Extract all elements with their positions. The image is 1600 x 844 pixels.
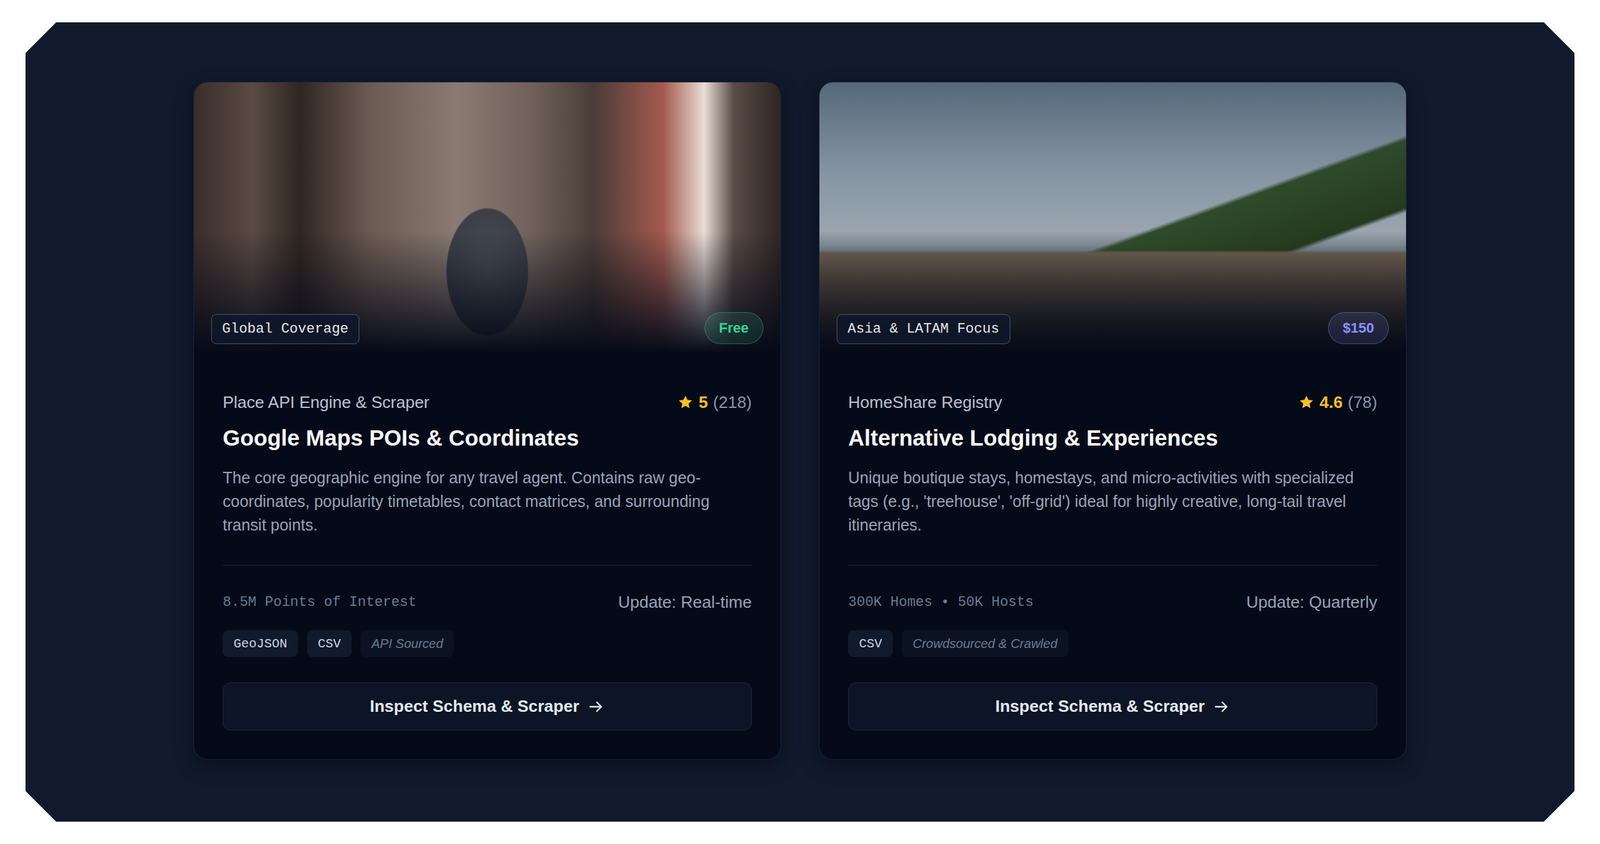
tag-list: CSV Crowdsourced & Crawled [848, 629, 1378, 657]
review-count: (78) [1347, 392, 1378, 413]
tag: Crowdsourced & Crawled [901, 629, 1069, 657]
card-description: Unique boutique stays, homestays, and mi… [848, 465, 1378, 537]
stats-row: 8.5M Points of Interest Update: Real-time [222, 592, 752, 613]
rating-value: 4.6 [1319, 392, 1343, 413]
inspect-button[interactable]: Inspect Schema & Scraper [848, 682, 1378, 731]
review-count: (218) [712, 392, 752, 413]
update-frequency: Update: Real-time [617, 592, 752, 613]
update-frequency: Update: Quarterly [1246, 592, 1378, 613]
rating: 4.6(78) [1298, 392, 1378, 413]
dataset-grid: Global Coverage Free Place API Engine & Sc… [193, 81, 1407, 760]
star-icon [1298, 393, 1315, 411]
provider-name: HomeShare Registry [848, 392, 1002, 413]
card-title: Google Maps POIs & Coordinates [222, 423, 752, 452]
price-badge: Free [704, 312, 764, 344]
tag: CSV [306, 629, 352, 657]
meta-row: HomeShare Registry 4.6(78) [848, 391, 1378, 413]
tag: CSV [848, 629, 893, 657]
size-stat: 300K Homes • 50K Hosts [848, 594, 1034, 611]
dataset-card: Asia & LATAM Focus $150 HomeShare Registry… [818, 81, 1407, 760]
region-badge: Asia & LATAM Focus [836, 314, 1011, 344]
catalog-frame: Global Coverage Free Place API Engine & Sc… [25, 22, 1575, 822]
price-badge: $150 [1328, 312, 1389, 344]
divider [222, 564, 752, 566]
inspect-button[interactable]: Inspect Schema & Scraper [222, 682, 752, 731]
cover-photo: Asia & LATAM Focus $150 [819, 82, 1406, 353]
rating-value: 5 [698, 392, 708, 413]
star-icon [677, 393, 694, 411]
arrow-right-icon [1212, 697, 1231, 716]
card-title: Alternative Lodging & Experiences [848, 423, 1378, 452]
meta-row: Place API Engine & Scraper 5(218) [222, 391, 752, 413]
cover-photo: Global Coverage Free [194, 82, 781, 353]
provider-name: Place API Engine & Scraper [222, 392, 430, 413]
card-description: The core geographic engine for any trave… [222, 465, 752, 537]
arrow-right-icon [587, 697, 606, 716]
card-body: HomeShare Registry 4.6(78) Alternative Lod… [819, 352, 1406, 759]
tag: API Sourced [360, 629, 454, 657]
rating: 5(218) [677, 392, 752, 413]
region-badge: Global Coverage [211, 314, 360, 344]
card-body: Place API Engine & Scraper 5(218) Google M… [194, 352, 781, 759]
tag-list: GeoJSONCSV API Sourced [222, 629, 752, 657]
tag: GeoJSON [222, 629, 299, 657]
dataset-card: Global Coverage Free Place API Engine & Sc… [193, 81, 782, 760]
size-stat: 8.5M Points of Interest [222, 594, 417, 611]
divider [848, 564, 1378, 566]
stats-row: 300K Homes • 50K Hosts Update: Quarterly [848, 592, 1378, 613]
